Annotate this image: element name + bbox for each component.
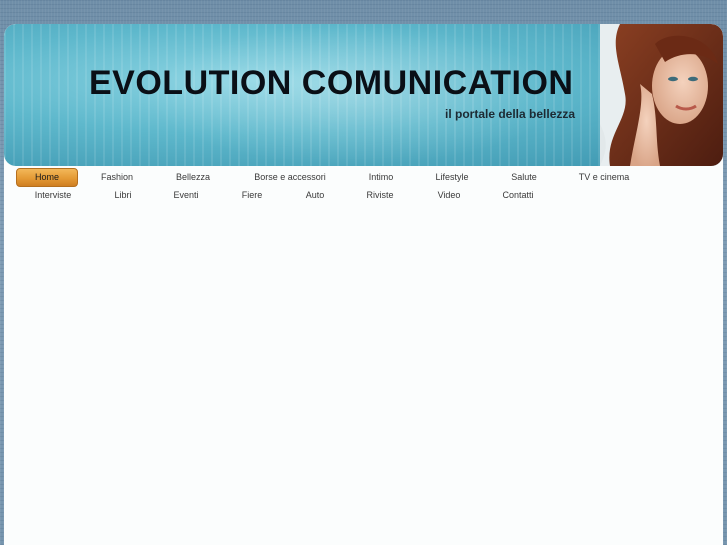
site-tagline: il portale della bellezza bbox=[445, 107, 576, 121]
nav-item-interviste[interactable]: Interviste bbox=[26, 186, 80, 204]
nav-item-borse-accessori[interactable]: Borse e accessori bbox=[248, 168, 332, 186]
nav-item-home[interactable]: Home bbox=[16, 168, 78, 187]
nav-item-libri[interactable]: Libri bbox=[108, 186, 138, 204]
nav-item-salute[interactable]: Salute bbox=[500, 168, 548, 186]
nav-item-fashion[interactable]: Fashion bbox=[90, 168, 144, 186]
nav-item-intimo[interactable]: Intimo bbox=[356, 168, 406, 186]
nav-item-lifestyle[interactable]: Lifestyle bbox=[426, 168, 478, 186]
nav-item-fiere[interactable]: Fiere bbox=[236, 186, 268, 204]
site-title: EVOLUTION COMUNICATION bbox=[89, 64, 574, 102]
page-container: EVOLUTION COMUNICATION il portale della … bbox=[4, 24, 723, 545]
nav-item-auto[interactable]: Auto bbox=[300, 186, 330, 204]
content-area bbox=[4, 206, 723, 545]
nav-item-eventi[interactable]: Eventi bbox=[166, 186, 206, 204]
nav-item-contatti[interactable]: Contatti bbox=[496, 186, 540, 204]
nav-item-tv-cinema[interactable]: TV e cinema bbox=[572, 168, 636, 186]
nav-item-bellezza[interactable]: Bellezza bbox=[166, 168, 220, 186]
nav-item-video[interactable]: Video bbox=[432, 186, 466, 204]
model-portrait bbox=[600, 24, 723, 166]
nav-item-riviste[interactable]: Riviste bbox=[360, 186, 400, 204]
header-banner: EVOLUTION COMUNICATION il portale della … bbox=[4, 24, 723, 166]
